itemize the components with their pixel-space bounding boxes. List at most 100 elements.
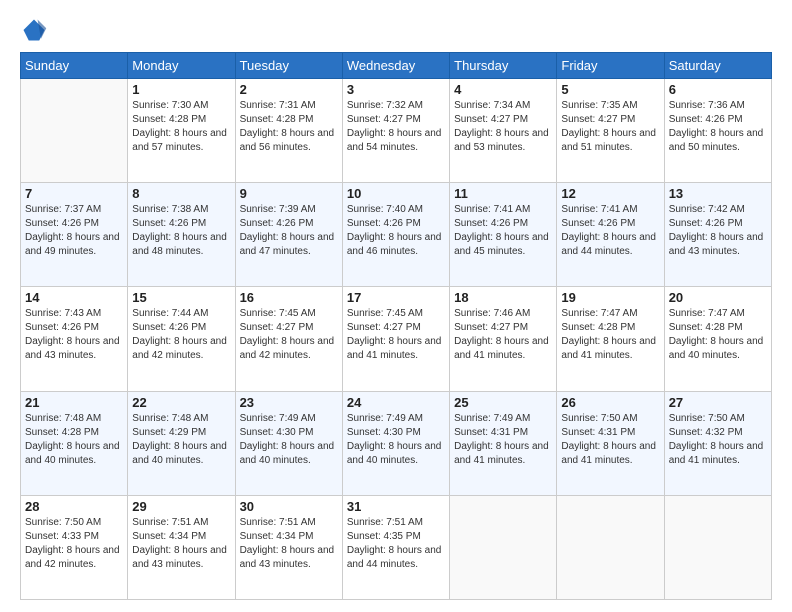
weekday-header: Monday xyxy=(128,53,235,79)
day-number: 13 xyxy=(669,186,767,201)
day-info: Sunrise: 7:44 AMSunset: 4:26 PMDaylight:… xyxy=(132,307,230,363)
weekday-header: Saturday xyxy=(664,53,771,79)
day-info: Sunrise: 7:41 AMSunset: 4:26 PMDaylight:… xyxy=(454,203,552,259)
day-info: Sunrise: 7:50 AMSunset: 4:33 PMDaylight:… xyxy=(25,516,123,572)
day-number: 18 xyxy=(454,290,552,305)
calendar-cell: 4Sunrise: 7:34 AMSunset: 4:27 PMDaylight… xyxy=(450,79,557,183)
day-info: Sunrise: 7:48 AMSunset: 4:28 PMDaylight:… xyxy=(25,412,123,468)
calendar-cell: 5 Sunrise: 7:35 AMSunset: 4:27 PMDaylight… xyxy=(557,79,664,183)
calendar-cell xyxy=(450,495,557,599)
day-number: 11 xyxy=(454,186,552,201)
day-info: Sunrise: 7:45 AMSunset: 4:27 PMDaylight:… xyxy=(240,307,338,363)
day-number: 17 xyxy=(347,290,445,305)
day-number: 23 xyxy=(240,395,338,410)
calendar-week-row: 28 Sunrise: 7:50 AMSunset: 4:33 PMDayligh… xyxy=(21,495,772,599)
calendar-table: SundayMondayTuesdayWednesdayThursdayFrid… xyxy=(20,52,772,600)
day-info: Sunrise: 7:41 AMSunset: 4:26 PMDaylight:… xyxy=(561,203,659,259)
calendar-cell: 21 Sunrise: 7:48 AMSunset: 4:28 PMDayligh… xyxy=(21,391,128,495)
calendar-cell: 3 Sunrise: 7:32 AMSunset: 4:27 PMDaylight… xyxy=(342,79,449,183)
calendar-cell: 7Sunrise: 7:37 AMSunset: 4:26 PMDaylight… xyxy=(21,183,128,287)
day-number: 5 xyxy=(561,82,659,97)
day-info: Sunrise: 7:40 AMSunset: 4:26 PMDaylight:… xyxy=(347,203,445,259)
day-number: 16 xyxy=(240,290,338,305)
day-number: 10 xyxy=(347,186,445,201)
day-info: Sunrise: 7:36 AMSunset: 4:26 PMDaylight:… xyxy=(669,99,767,155)
calendar-cell: 17 Sunrise: 7:45 AMSunset: 4:27 PMDayligh… xyxy=(342,287,449,391)
day-number: 15 xyxy=(132,290,230,305)
calendar-cell: 9 Sunrise: 7:39 AMSunset: 4:26 PMDaylight… xyxy=(235,183,342,287)
calendar-cell: 8 Sunrise: 7:38 AMSunset: 4:26 PMDaylight… xyxy=(128,183,235,287)
day-number: 29 xyxy=(132,499,230,514)
weekday-header: Thursday xyxy=(450,53,557,79)
calendar-cell: 13 Sunrise: 7:42 AMSunset: 4:26 PMDayligh… xyxy=(664,183,771,287)
day-number: 28 xyxy=(25,499,123,514)
page: SundayMondayTuesdayWednesdayThursdayFrid… xyxy=(0,0,792,612)
calendar-cell: 14 Sunrise: 7:43 AMSunset: 4:26 PMDayligh… xyxy=(21,287,128,391)
day-number: 9 xyxy=(240,186,338,201)
weekday-header: Friday xyxy=(557,53,664,79)
calendar-cell: 24 Sunrise: 7:49 AMSunset: 4:30 PMDayligh… xyxy=(342,391,449,495)
day-info: Sunrise: 7:32 AMSunset: 4:27 PMDaylight:… xyxy=(347,99,445,155)
day-info: Sunrise: 7:49 AMSunset: 4:31 PMDaylight:… xyxy=(454,412,552,468)
day-info: Sunrise: 7:31 AMSunset: 4:28 PMDaylight:… xyxy=(240,99,338,155)
day-number: 1 xyxy=(132,82,230,97)
weekday-header: Wednesday xyxy=(342,53,449,79)
day-number: 6 xyxy=(669,82,767,97)
day-number: 8 xyxy=(132,186,230,201)
day-info: Sunrise: 7:46 AMSunset: 4:27 PMDaylight:… xyxy=(454,307,552,363)
calendar-cell: 25 Sunrise: 7:49 AMSunset: 4:31 PMDayligh… xyxy=(450,391,557,495)
day-number: 7 xyxy=(25,186,123,201)
day-number: 2 xyxy=(240,82,338,97)
day-info: Sunrise: 7:48 AMSunset: 4:29 PMDaylight:… xyxy=(132,412,230,468)
day-info: Sunrise: 7:43 AMSunset: 4:26 PMDaylight:… xyxy=(25,307,123,363)
day-number: 20 xyxy=(669,290,767,305)
logo-icon xyxy=(20,16,48,44)
calendar-cell: 30 Sunrise: 7:51 AMSunset: 4:34 PMDayligh… xyxy=(235,495,342,599)
day-number: 25 xyxy=(454,395,552,410)
calendar-cell: 12 Sunrise: 7:41 AMSunset: 4:26 PMDayligh… xyxy=(557,183,664,287)
day-number: 30 xyxy=(240,499,338,514)
day-info: Sunrise: 7:38 AMSunset: 4:26 PMDaylight:… xyxy=(132,203,230,259)
calendar-header-row: SundayMondayTuesdayWednesdayThursdayFrid… xyxy=(21,53,772,79)
day-info: Sunrise: 7:47 AMSunset: 4:28 PMDaylight:… xyxy=(669,307,767,363)
day-info: Sunrise: 7:51 AMSunset: 4:34 PMDaylight:… xyxy=(240,516,338,572)
calendar-week-row: 14 Sunrise: 7:43 AMSunset: 4:26 PMDayligh… xyxy=(21,287,772,391)
day-info: Sunrise: 7:51 AMSunset: 4:34 PMDaylight:… xyxy=(132,516,230,572)
day-info: Sunrise: 7:39 AMSunset: 4:26 PMDaylight:… xyxy=(240,203,338,259)
calendar-cell xyxy=(21,79,128,183)
calendar-cell: 23 Sunrise: 7:49 AMSunset: 4:30 PMDayligh… xyxy=(235,391,342,495)
calendar-cell: 1 Sunrise: 7:30 AMSunset: 4:28 PMDaylight… xyxy=(128,79,235,183)
day-info: Sunrise: 7:35 AMSunset: 4:27 PMDaylight:… xyxy=(561,99,659,155)
calendar-cell: 31 Sunrise: 7:51 AMSunset: 4:35 PMDayligh… xyxy=(342,495,449,599)
day-info: Sunrise: 7:49 AMSunset: 4:30 PMDaylight:… xyxy=(347,412,445,468)
day-number: 21 xyxy=(25,395,123,410)
day-info: Sunrise: 7:49 AMSunset: 4:30 PMDaylight:… xyxy=(240,412,338,468)
calendar-cell xyxy=(664,495,771,599)
calendar-cell: 27 Sunrise: 7:50 AMSunset: 4:32 PMDayligh… xyxy=(664,391,771,495)
day-number: 24 xyxy=(347,395,445,410)
day-info: Sunrise: 7:50 AMSunset: 4:31 PMDaylight:… xyxy=(561,412,659,468)
calendar-cell: 10 Sunrise: 7:40 AMSunset: 4:26 PMDayligh… xyxy=(342,183,449,287)
day-info: Sunrise: 7:50 AMSunset: 4:32 PMDaylight:… xyxy=(669,412,767,468)
day-number: 26 xyxy=(561,395,659,410)
day-number: 22 xyxy=(132,395,230,410)
calendar-cell: 16 Sunrise: 7:45 AMSunset: 4:27 PMDayligh… xyxy=(235,287,342,391)
calendar-cell: 19 Sunrise: 7:47 AMSunset: 4:28 PMDayligh… xyxy=(557,287,664,391)
calendar-cell: 18 Sunrise: 7:46 AMSunset: 4:27 PMDayligh… xyxy=(450,287,557,391)
day-number: 14 xyxy=(25,290,123,305)
day-info: Sunrise: 7:42 AMSunset: 4:26 PMDaylight:… xyxy=(669,203,767,259)
day-number: 12 xyxy=(561,186,659,201)
day-number: 31 xyxy=(347,499,445,514)
calendar-cell: 11 Sunrise: 7:41 AMSunset: 4:26 PMDayligh… xyxy=(450,183,557,287)
day-info: Sunrise: 7:34 AMSunset: 4:27 PMDaylight:… xyxy=(454,99,552,155)
day-number: 3 xyxy=(347,82,445,97)
calendar-cell: 26 Sunrise: 7:50 AMSunset: 4:31 PMDayligh… xyxy=(557,391,664,495)
day-number: 27 xyxy=(669,395,767,410)
day-info: Sunrise: 7:30 AMSunset: 4:28 PMDaylight:… xyxy=(132,99,230,155)
day-info: Sunrise: 7:45 AMSunset: 4:27 PMDaylight:… xyxy=(347,307,445,363)
day-number: 19 xyxy=(561,290,659,305)
calendar-cell xyxy=(557,495,664,599)
day-info: Sunrise: 7:51 AMSunset: 4:35 PMDaylight:… xyxy=(347,516,445,572)
calendar-cell: 20 Sunrise: 7:47 AMSunset: 4:28 PMDayligh… xyxy=(664,287,771,391)
day-info: Sunrise: 7:47 AMSunset: 4:28 PMDaylight:… xyxy=(561,307,659,363)
